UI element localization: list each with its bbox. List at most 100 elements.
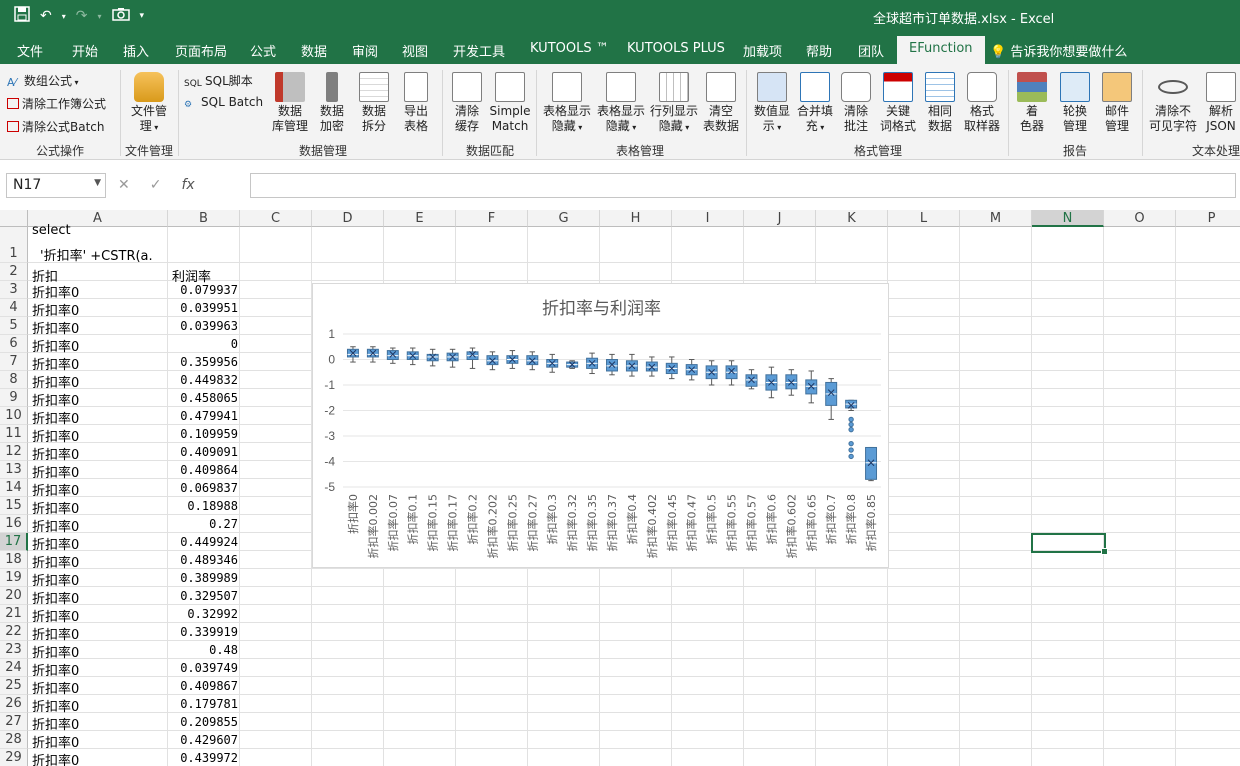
cell-a27[interactable]: 折扣率0	[32, 714, 79, 733]
chevron-down-icon[interactable]: ▾	[97, 12, 101, 21]
tab-data[interactable]: 数据	[301, 41, 327, 60]
row-header-6[interactable]: 6	[0, 335, 28, 353]
tab-addins[interactable]: 加载项	[743, 41, 782, 60]
cell-a1-line1[interactable]: select	[32, 223, 71, 238]
cell-b6[interactable]: 0	[168, 337, 238, 351]
row-header-27[interactable]: 27	[0, 713, 28, 731]
cell-a18[interactable]: 折扣率0	[32, 552, 79, 571]
cell-a16[interactable]: 折扣率0	[32, 516, 79, 535]
cell-b11[interactable]: 0.109959	[168, 427, 238, 441]
clear-workbook-formulas-button[interactable]: 清除工作簿公式	[7, 95, 106, 112]
undo-icon[interactable]: ↶	[40, 8, 52, 24]
row-header-9[interactable]: 9	[0, 389, 28, 407]
row-header-23[interactable]: 23	[0, 641, 28, 659]
name-box[interactable]: N17 ▼	[6, 173, 106, 198]
row-header-19[interactable]: 19	[0, 569, 28, 587]
data-encrypt-button[interactable]: 数据 加密	[314, 72, 350, 134]
worksheet-grid[interactable]: ABCDEFGHIJKLMNOP 1 2 3 4 5 6 7 8 9 10 11 12 13 14 15 16…	[0, 210, 1240, 766]
cell-a20[interactable]: 折扣率0	[32, 588, 79, 607]
cell-a15[interactable]: 折扣率0	[32, 498, 79, 517]
sql-script-button[interactable]: SQL SQL脚本	[184, 72, 253, 91]
row-header-5[interactable]: 5	[0, 317, 28, 335]
save-icon[interactable]	[14, 6, 30, 26]
row-header-24[interactable]: 24	[0, 659, 28, 677]
cell-a19[interactable]: 折扣率0	[32, 570, 79, 589]
cell-b4[interactable]: 0.039951	[168, 301, 238, 315]
row-header-7[interactable]: 7	[0, 353, 28, 371]
column-header-f[interactable]: F	[456, 210, 528, 227]
row-header-1[interactable]: 1	[0, 227, 28, 263]
cell-a12[interactable]: 折扣率0	[32, 444, 79, 463]
show-hide-sheet-button[interactable]: 表格显示 隐藏 ▾	[540, 72, 594, 135]
cell-b15[interactable]: 0.18988	[168, 499, 238, 513]
enter-check-icon[interactable]: ✓	[150, 177, 162, 193]
tab-efunction[interactable]: EFunction	[897, 36, 985, 64]
select-all-corner[interactable]	[0, 210, 28, 227]
cell-a13[interactable]: 折扣率0	[32, 462, 79, 481]
tab-insert[interactable]: 插入	[123, 41, 149, 60]
cell-b23[interactable]: 0.48	[168, 643, 238, 657]
cell-b20[interactable]: 0.329507	[168, 589, 238, 603]
insert-function-icon[interactable]: fx	[181, 177, 194, 193]
keyword-format-button[interactable]: 关键 词格式	[876, 72, 920, 134]
column-header-o[interactable]: O	[1104, 210, 1176, 227]
cell-b17[interactable]: 0.449924	[168, 535, 238, 549]
cell-a1-line2[interactable]: '折扣率' +CSTR(a.	[40, 245, 168, 264]
column-header-e[interactable]: E	[384, 210, 456, 227]
cell-b29[interactable]: 0.439972	[168, 751, 238, 765]
row-header-8[interactable]: 8	[0, 371, 28, 389]
show-hide-table-button[interactable]: 表格显示 隐藏 ▾	[594, 72, 648, 135]
tab-home[interactable]: 开始	[72, 41, 98, 60]
row-header-15[interactable]: 15	[0, 497, 28, 515]
chevron-down-icon[interactable]: ▾	[62, 12, 66, 21]
row-header-17[interactable]: 17	[0, 533, 28, 551]
row-header-13[interactable]: 13	[0, 461, 28, 479]
parse-json-button[interactable]: 解析 JSON	[1202, 72, 1240, 134]
row-header-21[interactable]: 21	[0, 605, 28, 623]
row-header-22[interactable]: 22	[0, 623, 28, 641]
column-header-b[interactable]: B	[168, 210, 240, 227]
tab-file[interactable]: 文件	[17, 41, 43, 60]
cell-b28[interactable]: 0.429607	[168, 733, 238, 747]
column-header-m[interactable]: M	[960, 210, 1032, 227]
camera-icon[interactable]	[111, 7, 130, 25]
cancel-icon[interactable]: ✕	[118, 177, 130, 193]
cell-a5[interactable]: 折扣率0	[32, 318, 79, 337]
cell-b9[interactable]: 0.458065	[168, 391, 238, 405]
cell-b16[interactable]: 0.27	[168, 517, 238, 531]
row-header-26[interactable]: 26	[0, 695, 28, 713]
cell-a22[interactable]: 折扣率0	[32, 624, 79, 643]
cell-b3[interactable]: 0.079937	[168, 283, 238, 297]
cell-a9[interactable]: 折扣率0	[32, 390, 79, 409]
column-header-p[interactable]: P	[1176, 210, 1240, 227]
row-header-2[interactable]: 2	[0, 263, 28, 281]
tab-kutools[interactable]: KUTOOLS ™	[530, 41, 609, 56]
column-header-l[interactable]: L	[888, 210, 960, 227]
cell-a29[interactable]: 折扣率0	[32, 750, 79, 766]
column-header-h[interactable]: H	[600, 210, 672, 227]
row-header-16[interactable]: 16	[0, 515, 28, 533]
number-display-button[interactable]: 数值显 示 ▾	[751, 72, 793, 135]
clear-table-data-button[interactable]: 清空 表数据	[700, 72, 742, 134]
cell-a3[interactable]: 折扣率0	[32, 282, 79, 301]
cell-b26[interactable]: 0.179781	[168, 697, 238, 711]
cell-b10[interactable]: 0.479941	[168, 409, 238, 423]
row-header-29[interactable]: 29	[0, 749, 28, 766]
cell-b24[interactable]: 0.039749	[168, 661, 238, 675]
tell-me-search[interactable]: 💡 告诉我你想要做什么	[990, 41, 1127, 60]
tab-formulas[interactable]: 公式	[250, 41, 276, 60]
simple-match-button[interactable]: Simple Match	[488, 72, 532, 134]
cell-a24[interactable]: 折扣率0	[32, 660, 79, 679]
sql-batch-button[interactable]: ⚙ SQL Batch	[184, 95, 263, 112]
tab-view[interactable]: 视图	[402, 41, 428, 60]
row-header-14[interactable]: 14	[0, 479, 28, 497]
cell-a17[interactable]: 折扣率0	[32, 534, 79, 553]
cell-a4[interactable]: 折扣率0	[32, 300, 79, 319]
mail-mgmt-button[interactable]: 邮件 管理	[1098, 72, 1136, 134]
row-header-25[interactable]: 25	[0, 677, 28, 695]
row-header-12[interactable]: 12	[0, 443, 28, 461]
formula-input[interactable]	[250, 173, 1236, 198]
cell-b18[interactable]: 0.489346	[168, 553, 238, 567]
row-header-3[interactable]: 3	[0, 281, 28, 299]
clear-formulas-batch-button[interactable]: 清除公式Batch	[7, 118, 105, 135]
